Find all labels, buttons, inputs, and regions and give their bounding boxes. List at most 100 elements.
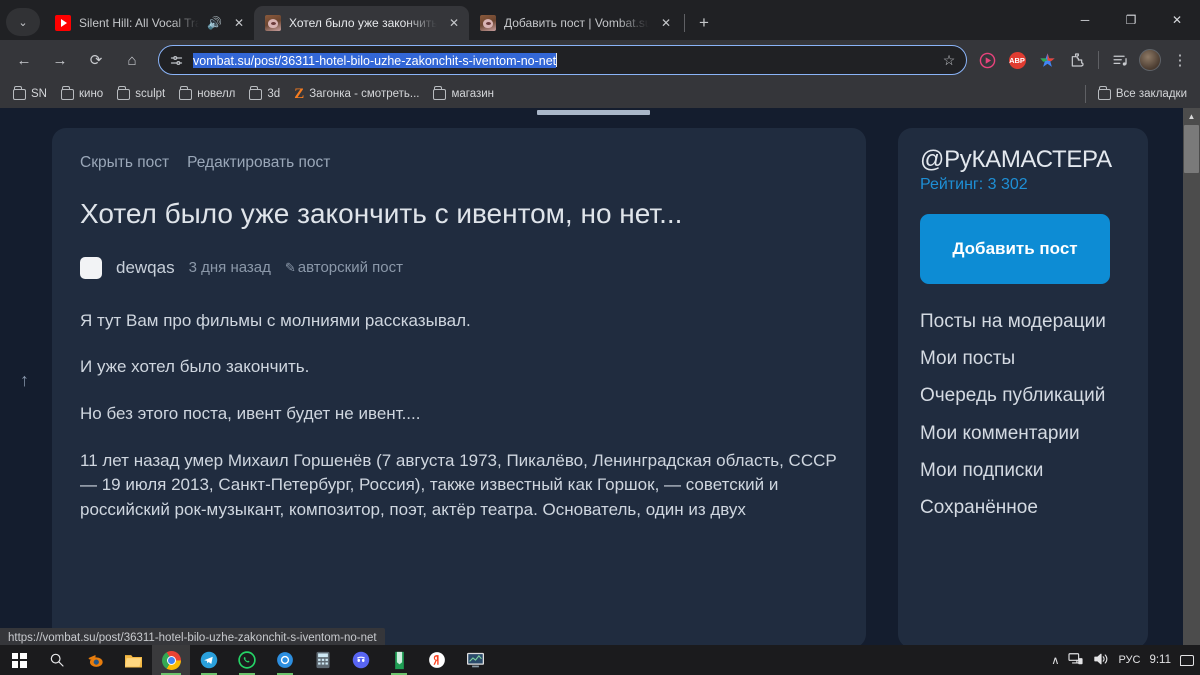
bookmark-star-icon[interactable]: ☆ [936,47,962,73]
scroll-to-top-arrow-icon[interactable]: ↑ [20,370,29,391]
address-bar[interactable]: vombat.su/post/36311-hotel-bilo-uzhe-zak… [158,45,967,75]
reading-list-icon[interactable] [1106,46,1134,74]
close-window-button[interactable]: ✕ [1154,3,1200,37]
sidebar-item-my-posts[interactable]: Мои посты [920,347,1120,370]
back-button[interactable]: ← [9,45,39,75]
tab-title: Добавить пост | Vombat.su [504,16,649,30]
sidebar-username[interactable]: @РуКАМАСТЕРА [920,146,1128,174]
bookmark-item-kino[interactable]: кино [54,85,110,103]
bookmark-label: sculpt [135,88,166,100]
maximize-button[interactable]: ❐ [1108,3,1154,37]
whatsapp-icon[interactable] [228,645,266,675]
author-avatar[interactable] [80,256,102,279]
post-tag: ✎ авторский пост [285,259,403,276]
notepad-icon[interactable] [380,645,418,675]
page-scrollbar[interactable]: ▲ [1183,108,1200,645]
post-tag-label: авторский пост [297,259,403,277]
window-controls: ─ ❐ ✕ [1062,0,1200,40]
monitor-app-icon[interactable] [456,645,494,675]
post-actions: Скрыть пост Редактировать пост [80,154,838,172]
extensions-puzzle-icon[interactable] [1063,46,1091,74]
discord-icon[interactable] [342,645,380,675]
toolbar-divider [1098,51,1099,69]
adblock-plus-icon[interactable]: ABP [1003,46,1031,74]
avatar [1139,49,1161,71]
folder-icon [60,86,74,100]
sidebar-item-saved[interactable]: Сохранённое [920,496,1120,519]
bookmarks-divider [1084,85,1086,103]
telegram-icon[interactable] [190,645,228,675]
hide-post-link[interactable]: Скрыть пост [80,154,169,172]
colorful-star-icon[interactable] [1033,46,1061,74]
minimize-button[interactable]: ─ [1062,3,1108,37]
chrome-icon[interactable] [152,645,190,675]
calculator-icon[interactable] [304,645,342,675]
volume-icon[interactable] [1093,652,1109,669]
tab-search-chevron-icon[interactable]: ⌄ [6,8,40,36]
bookmark-item-novell[interactable]: новелл [172,85,242,103]
profile-avatar-button[interactable] [1136,46,1164,74]
browser-toolbar: ← → ⟳ ⌂ vombat.su/post/36311-hotel-bilo-… [0,40,1200,80]
bookmark-label: кино [78,88,104,100]
folder-icon [1097,86,1111,100]
bookmark-item-sn[interactable]: SN [6,85,54,103]
extension-icons: ABP ⋮ [973,46,1194,74]
blender-icon[interactable] [76,645,114,675]
bookmarks-bar-right: Все закладки [1080,85,1194,103]
home-button[interactable]: ⌂ [117,45,147,75]
tab-audio-icon[interactable]: 🔊 [207,16,222,30]
post-author[interactable]: dewqas [116,258,175,278]
bookmark-label: Загонка - смотреть... [309,88,420,100]
clock[interactable]: 9:11 [1149,654,1171,666]
opera-icon[interactable] [266,645,304,675]
page-top-indicator [537,110,650,115]
start-button[interactable] [0,645,38,675]
file-explorer-icon[interactable] [114,645,152,675]
tab-close-button[interactable]: ✕ [230,14,248,32]
system-tray: ∧ РУС 9:11 [1051,652,1200,669]
network-icon[interactable] [1068,652,1084,669]
user-sidebar: @РуКАМАСТЕРА Рейтинг: 3 302 Добавить пос… [898,128,1148,645]
bookmark-item-3d[interactable]: 3d [242,85,287,103]
video-downloader-icon[interactable] [973,46,1001,74]
all-bookmarks-button[interactable]: Все закладки [1091,85,1194,103]
vombat-icon [265,15,281,31]
post-meta: dewqas 3 дня назад ✎ авторский пост [80,256,838,279]
bookmarks-bar: SN кино sculpt новелл 3d Z Загонка - смо… [0,80,1200,108]
pencil-icon: ✎ [284,259,296,275]
site-settings-tune-icon[interactable] [169,53,185,68]
yandex-icon[interactable] [418,645,456,675]
language-indicator[interactable]: РУС [1118,654,1140,666]
text-caret [556,52,558,67]
bookmark-item-zagonka[interactable]: Z Загонка - смотреть... [287,83,426,106]
tab-close-button[interactable]: ✕ [445,14,463,32]
scrollbar-up-arrow-icon[interactable]: ▲ [1183,109,1200,123]
sidebar-item-my-subscriptions[interactable]: Мои подписки [920,459,1120,482]
address-bar-text[interactable]: vombat.su/post/36311-hotel-bilo-uzhe-zak… [193,52,928,68]
sidebar-item-publication-queue[interactable]: Очередь публикаций [920,384,1120,407]
browser-tab-1[interactable]: Хотел было уже закончить с и ✕ [254,6,469,40]
tab-title: Хотел было уже закончить с и [289,16,437,30]
search-icon[interactable] [38,645,76,675]
bookmark-item-magazin[interactable]: магазин [426,85,501,103]
tray-chevron-icon[interactable]: ∧ [1051,654,1059,667]
post-title: Хотел было уже закончить с ивентом, но н… [80,198,683,229]
edit-post-link[interactable]: Редактировать пост [187,154,330,172]
chrome-menu-button[interactable]: ⋮ [1166,46,1194,74]
folder-icon [249,86,263,100]
folder-icon [433,86,447,100]
reload-button[interactable]: ⟳ [81,45,111,75]
sidebar-item-posts-on-moderation[interactable]: Посты на модерации [920,310,1120,333]
notification-icon[interactable] [1180,654,1194,666]
post-paragraph: 11 лет назад умер Михаил Горшенёв (7 авг… [80,450,837,519]
add-post-button[interactable]: Добавить пост [920,214,1110,284]
forward-button[interactable]: → [45,45,75,75]
bookmark-item-sculpt[interactable]: sculpt [110,85,172,103]
new-tab-button[interactable]: + [690,9,718,37]
scrollbar-thumb[interactable] [1184,125,1199,173]
browser-tab-2[interactable]: Добавить пост | Vombat.su ✕ [469,6,681,40]
sidebar-item-my-comments[interactable]: Мои комментарии [920,422,1120,445]
tab-close-button[interactable]: ✕ [657,14,675,32]
folder-icon [117,86,131,100]
browser-tab-0[interactable]: Silent Hill: All Vocal Tracks - 🔊 ✕ [44,6,254,40]
